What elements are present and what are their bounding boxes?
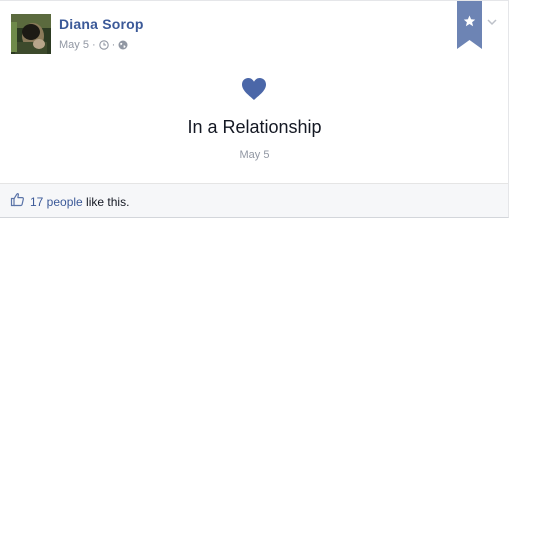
timeline-post-card: Diana Sorop May 5 · · In a Relationship … [0,0,509,218]
meta-separator: · [111,39,116,51]
post-date-link[interactable]: May 5 [59,39,89,51]
life-event-date: May 5 [239,149,270,161]
highlight-star-ribbon-button[interactable] [457,1,482,49]
chevron-down-icon [487,19,497,26]
star-ribbon-icon [457,1,482,49]
author-name-link[interactable]: Diana Sorop [59,16,144,32]
clock-icon [98,40,109,50]
globe-icon[interactable] [118,40,128,50]
meta-separator: · [91,39,96,51]
avatar[interactable] [11,14,51,54]
post-options-button[interactable] [486,15,498,27]
likes-suffix: like this. [82,195,130,209]
heart-icon [241,77,267,101]
life-event-title: In a Relationship [187,117,322,137]
post-footer: 17 people like this. [0,183,508,217]
likes-summary: 17 people like this. [30,195,129,209]
thumbs-up-icon [10,192,25,207]
likes-count-link[interactable]: 17 people [30,195,83,209]
post-meta: May 5 · · [59,38,128,52]
avatar-photo [11,14,51,54]
